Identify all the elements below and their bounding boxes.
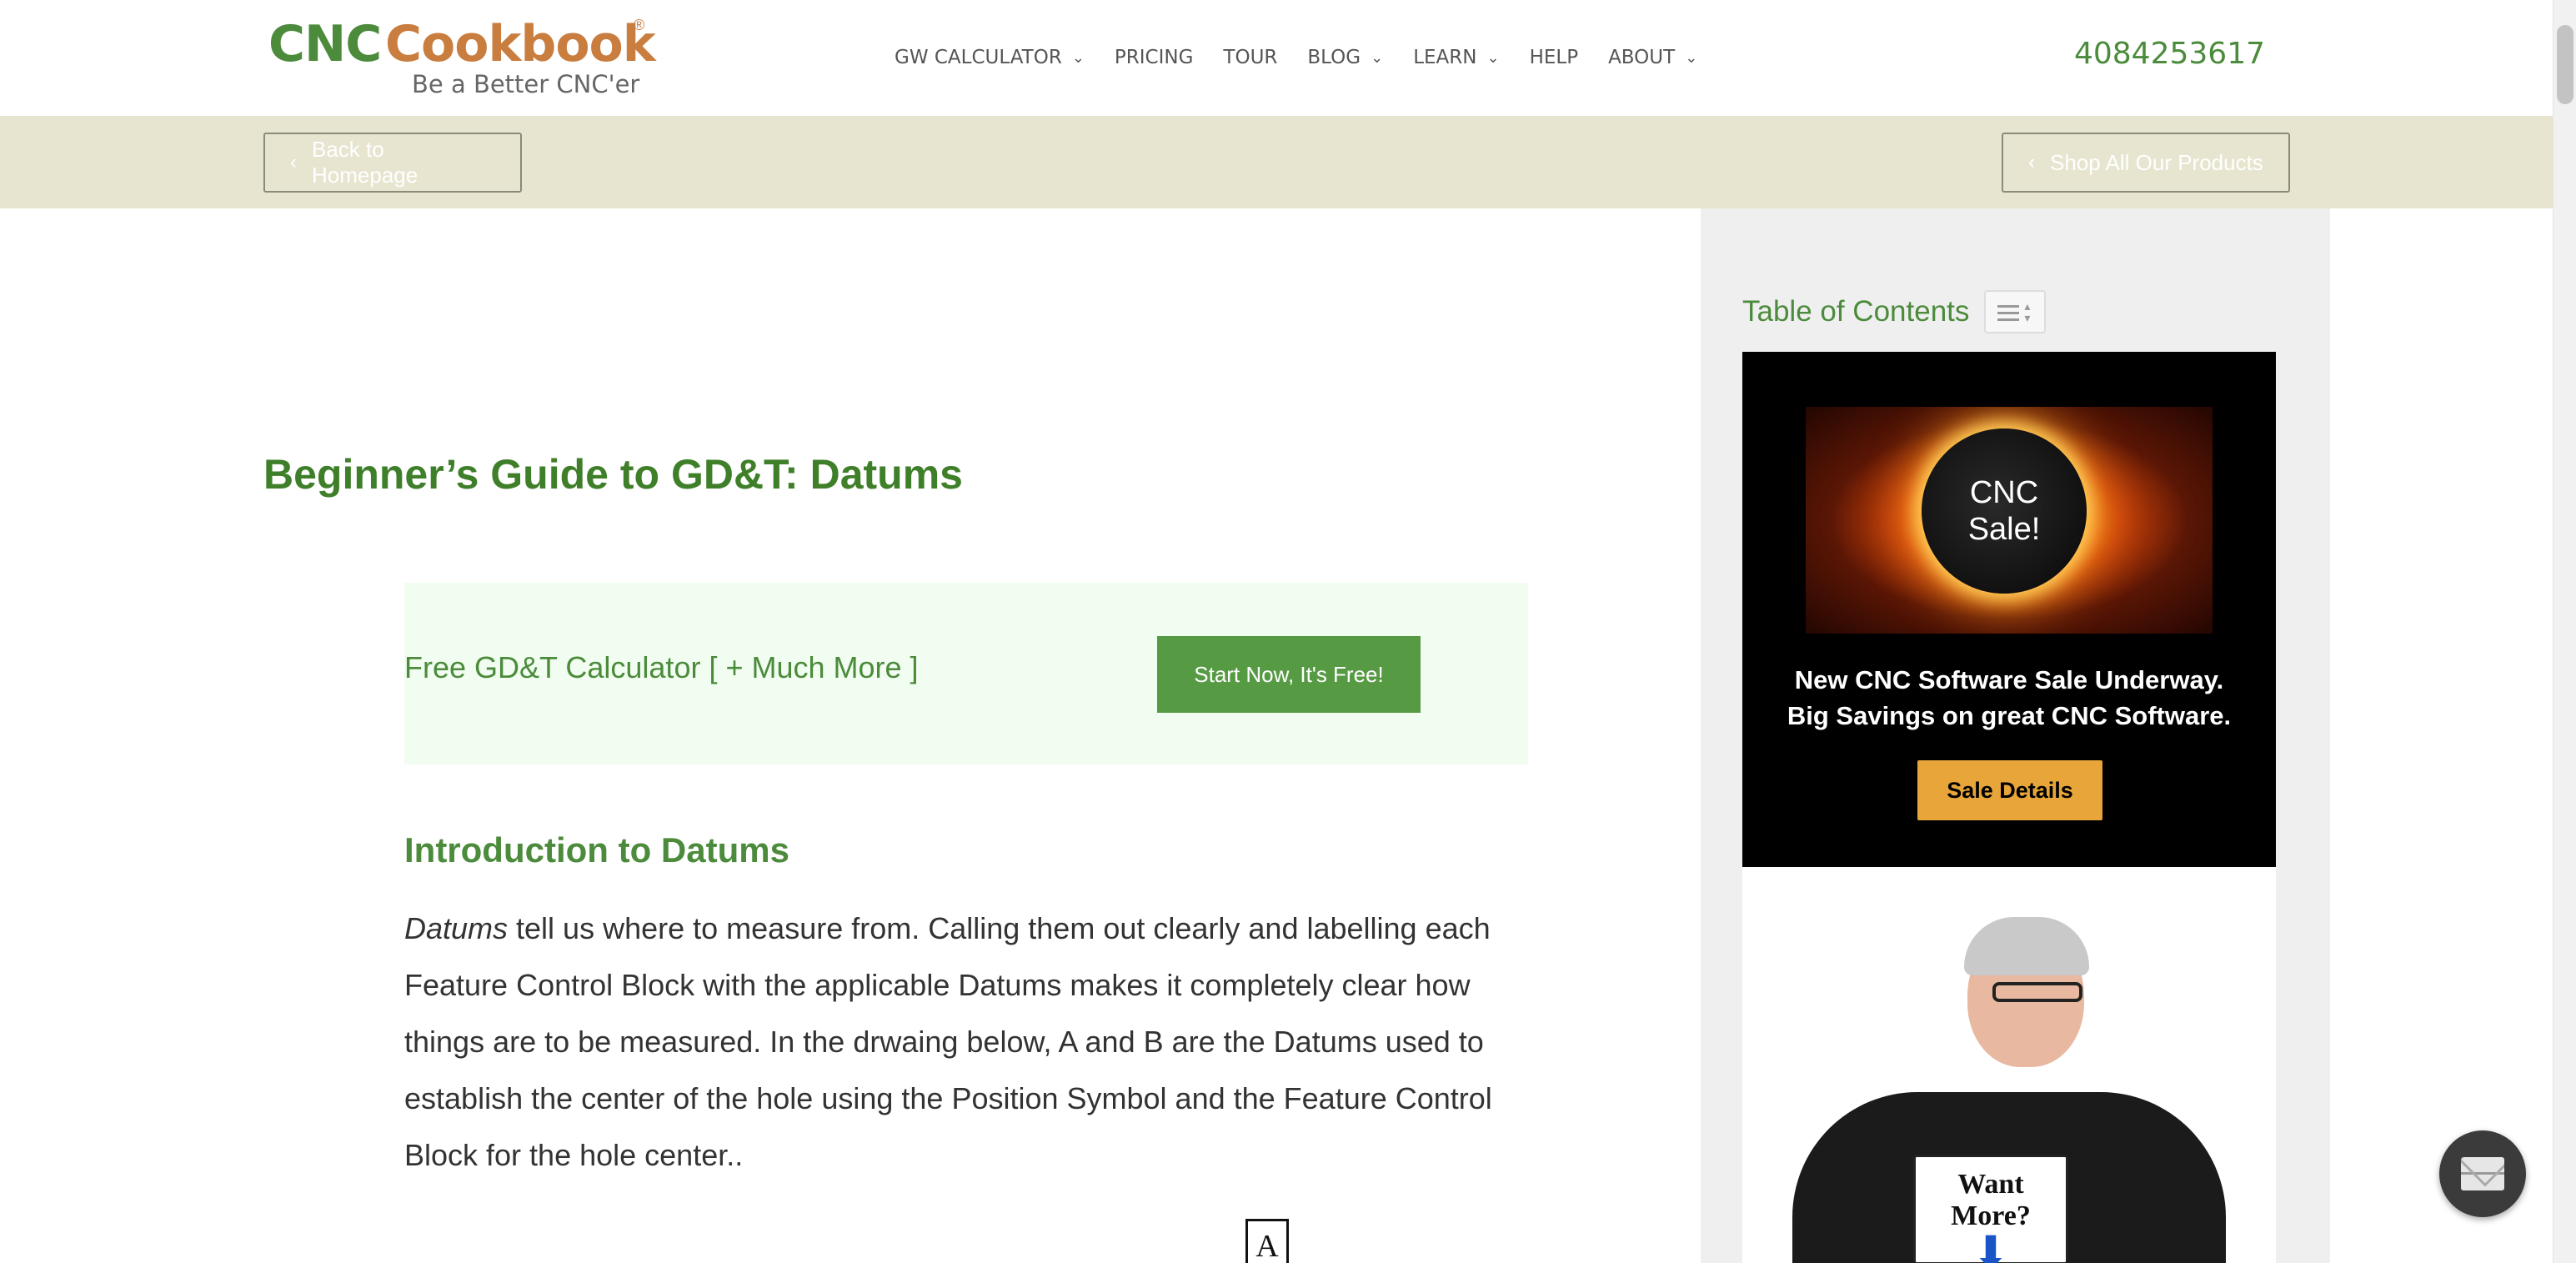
chevron-down-icon: ⌄ [1486, 48, 1500, 67]
toc-toggle-button[interactable]: ▴ ▾ [1984, 290, 2047, 333]
toc-title: Table of Contents [1742, 295, 1970, 328]
logo-word-cookbook: Cookbook [385, 15, 656, 73]
logo-word-cnc: CNC [268, 15, 382, 73]
list-icon [1997, 305, 2020, 325]
phone-number-link[interactable]: 4084253617 [2074, 37, 2265, 71]
chevron-left-icon: ‹ [290, 151, 297, 173]
nav-label: TOUR [1223, 47, 1278, 68]
ad-headline-line1: New CNC Software Sale Underway. [1794, 665, 2224, 694]
nav-label: PRICING [1114, 47, 1194, 68]
sub-navigation-bar: ‹ Back to Homepage ‹ Shop All Our Produc… [0, 116, 2553, 208]
table-of-contents: Table of Contents ▴ ▾ [1742, 290, 2047, 333]
chevron-down-icon: ⌄ [1071, 48, 1085, 67]
logo-registered-mark: ® [634, 17, 645, 33]
nav-pricing[interactable]: PRICING [1115, 47, 1194, 68]
chevron-down-icon: ⌄ [1371, 48, 1384, 67]
nav-label: LEARN [1413, 47, 1477, 68]
ad-headline: New CNC Software Sale Underway. Big Savi… [1742, 662, 2276, 734]
page-title: Beginner’s Guide to GD&T: Datums [263, 451, 963, 498]
nav-gw-calculator[interactable]: GW CALCULATOR ⌄ [895, 47, 1085, 68]
sale-advertisement[interactable]: CNC Sale! New CNC Software Sale Underway… [1742, 352, 2276, 867]
nav-help[interactable]: HELP [1530, 47, 1579, 68]
site-logo[interactable]: CNC Cookbook ® Be a Better CNC'er [267, 15, 656, 102]
eclipse-sale-image: CNC Sale! [1806, 407, 2213, 634]
nav-tour[interactable]: TOUR [1223, 47, 1277, 68]
calculator-cta-box: Free GD&T Calculator [ + Much More ] Sta… [404, 583, 1528, 764]
ad-image-text-line2: Sale! [1967, 512, 2041, 547]
envelope-icon [2461, 1157, 2504, 1190]
page-scrollbar[interactable] [2553, 0, 2576, 1263]
sidebar: Table of Contents ▴ ▾ CNC Sale! New CNC S… [1701, 208, 2330, 1263]
start-now-button[interactable]: Start Now, It's Free! [1157, 636, 1421, 713]
nav-label: GW CALCULATOR [895, 47, 1062, 68]
datum-a-symbol: A [1245, 1219, 1289, 1263]
nav-learn[interactable]: LEARN ⌄ [1413, 47, 1499, 68]
nav-label: ABOUT [1608, 47, 1676, 68]
section-heading: Introduction to Datums [404, 830, 789, 870]
logo-tagline: Be a Better CNC'er [412, 70, 640, 98]
back-to-homepage-label: Back to Homepage [312, 137, 418, 188]
sign-text: Want More? [1951, 1169, 2031, 1231]
paragraph-body: tell us where to measure from. Calling t… [404, 911, 1492, 1172]
chevron-down-icon: ⌄ [1685, 48, 1698, 67]
want-more-promo[interactable]: Want More? ⬇ [1742, 867, 2276, 1263]
shop-all-products-label: Shop All Our Products [2050, 149, 2263, 175]
glasses [1992, 982, 2082, 1002]
sort-arrows-icon: ▴ ▾ [2024, 299, 2031, 324]
person-hair [1964, 917, 2089, 975]
nav-about[interactable]: ABOUT ⌄ [1608, 47, 1697, 68]
paragraph-lead-italic: Datums [404, 911, 509, 945]
scrollbar-thumb[interactable] [2557, 25, 2573, 104]
site-header: CNC Cookbook ® Be a Better CNC'er GW CAL… [0, 0, 2553, 116]
ad-headline-line2: Big Savings on great CNC Software. [1787, 701, 2232, 730]
back-to-homepage-button[interactable]: ‹ Back to Homepage [263, 133, 522, 193]
nav-label: HELP [1529, 47, 1579, 68]
eclipse-disc: CNC Sale! [1922, 429, 2087, 594]
cta-text: Free GD&T Calculator [ + Much More ] [404, 650, 919, 684]
sale-details-button[interactable]: Sale Details [1917, 760, 2102, 820]
want-more-sign: Want More? ⬇ [1913, 1155, 2068, 1263]
nav-blog[interactable]: BLOG ⌄ [1307, 47, 1383, 68]
chat-button[interactable] [2439, 1130, 2526, 1217]
intro-paragraph: Datums tell us where to measure from. Ca… [404, 900, 1538, 1184]
chevron-left-icon: ‹ [2028, 151, 2035, 173]
nav-label: BLOG [1307, 47, 1361, 68]
ad-image-text-line1: CNC [1969, 475, 2039, 510]
shop-all-products-button[interactable]: ‹ Shop All Our Products [2002, 133, 2290, 193]
arrow-down-icon: ⬇ [1972, 1228, 2010, 1263]
main-nav: GW CALCULATOR ⌄ PRICING TOUR BLOG ⌄ LEAR… [895, 44, 1727, 71]
